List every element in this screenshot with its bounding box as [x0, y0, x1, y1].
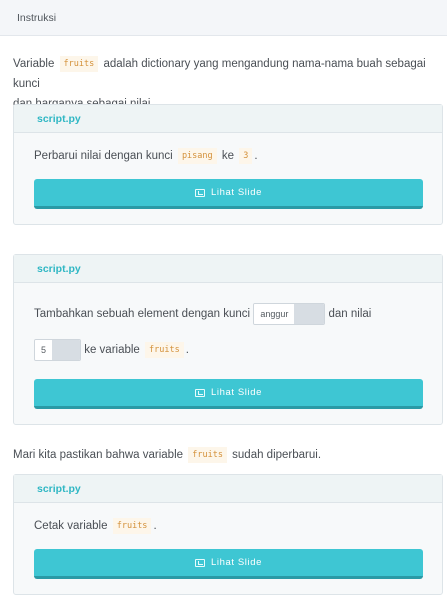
key-input-fill — [294, 304, 325, 324]
card-2-task-line2: 5 ke variable fruits. — [34, 339, 189, 361]
intro-code-fruits: fruits — [59, 55, 99, 72]
card-3-slide-button-label: Lihat Slide — [211, 557, 262, 568]
value-blank-input[interactable]: 5 — [34, 339, 81, 361]
value-input-fill — [52, 340, 80, 360]
task-card-2: script.py Tambahkan sebuah element denga… — [13, 254, 443, 425]
key-input-value: anggur — [254, 304, 295, 324]
intro-text: Variable — [13, 58, 55, 70]
card-3-task-text: Cetak variable — [34, 520, 108, 532]
card-2-slide-button-label: Lihat Slide — [211, 387, 262, 398]
card-2-task-middle: dan nilai — [328, 308, 372, 321]
slide-icon — [195, 188, 206, 197]
card-2-slide-button[interactable]: Lihat Slide — [34, 379, 423, 409]
outro-text: Mari kita pastikan bahwa variable — [13, 449, 184, 461]
card-2-var-code: fruits — [145, 342, 184, 358]
card-1-value-code: 3 — [239, 147, 253, 164]
card-1-slide-button-label: Lihat Slide — [211, 187, 262, 198]
outro-text-cont: sudah diperbarui. — [232, 449, 322, 461]
card-1-task-text: Perbarui nilai dengan kunci — [34, 150, 173, 162]
key-blank-input[interactable]: anggur — [253, 303, 326, 325]
card-1-task-middle: ke — [221, 150, 235, 162]
card-1-slide-button[interactable]: Lihat Slide — [34, 179, 423, 209]
slide-icon — [195, 558, 206, 567]
value-input-value: 5 — [35, 340, 53, 360]
task-card-3: script.py Cetak variable fruits. Lihat S… — [13, 474, 443, 595]
task-card-1: script.py Perbarui nilai dengan kunci pi… — [13, 104, 443, 225]
card-1-task: Perbarui nilai dengan kunci pisang ke 3. — [34, 146, 258, 166]
outro-paragraph: Mari kita pastikan bahwa variable fruits… — [13, 445, 443, 465]
card-2-task-after: ke variable — [84, 344, 140, 357]
card-3-task: Cetak variable fruits. — [34, 516, 157, 536]
card-1-key-code: pisang — [177, 147, 217, 164]
card-3-task-end: . — [153, 520, 157, 532]
card-2-filename: script.py — [14, 255, 442, 283]
outro-code-fruits: fruits — [188, 446, 227, 463]
card-1-filename: script.py — [14, 105, 442, 133]
instructions-title: Instruksi — [17, 12, 57, 24]
card-2-task-text: Tambahkan sebuah element dengan kunci — [34, 308, 251, 321]
card-3-slide-button[interactable]: Lihat Slide — [34, 549, 423, 579]
instructions-header: Instruksi — [0, 0, 447, 36]
card-1-task-end: . — [254, 150, 258, 162]
card-2-task-end: . — [185, 344, 189, 357]
slide-icon — [195, 388, 206, 397]
card-3-var-code: fruits — [112, 517, 152, 534]
card-2-task-line1: Tambahkan sebuah element dengan kunci an… — [34, 303, 371, 325]
card-3-filename: script.py — [14, 475, 442, 503]
